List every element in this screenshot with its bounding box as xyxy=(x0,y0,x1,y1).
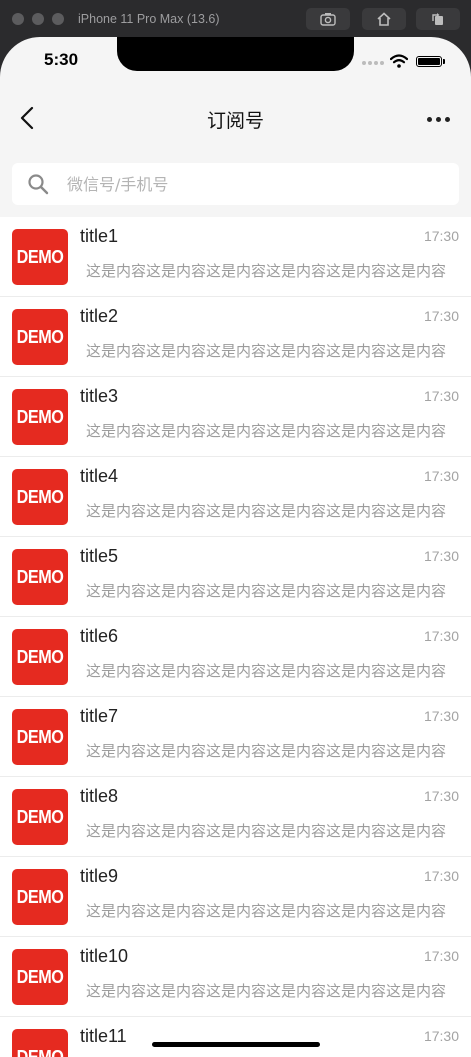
item-time: 17:30 xyxy=(423,788,459,804)
item-description: 这是内容这是内容这是内容这是内容这是内容这是内容 xyxy=(86,822,447,840)
zoom-window-button[interactable] xyxy=(52,12,64,25)
item-title: title6 xyxy=(80,626,119,646)
item-title: title10 xyxy=(80,946,129,966)
avatar-label: DEMO xyxy=(16,726,64,747)
avatar: DEMO xyxy=(12,869,68,925)
subscription-list: DEMO title1 17:30 这是内容这是内容这是内容这是内容这是内容这是内容 D… xyxy=(0,217,471,1057)
list-item[interactable]: DEMO title10 17:30 这是内容这是内容这是内容这是内容这是内容这是内容 xyxy=(0,937,471,1017)
item-title: title4 xyxy=(80,466,119,486)
battery-icon xyxy=(416,56,442,67)
avatar: DEMO xyxy=(12,789,68,845)
list-item[interactable]: DEMO title2 17:30 这是内容这是内容这是内容这是内容这是内容这是内容 xyxy=(0,297,471,377)
more-button[interactable] xyxy=(420,109,456,129)
item-description: 这是内容这是内容这是内容这是内容这是内容这是内容 xyxy=(86,342,447,360)
navigation-bar: 订阅号 xyxy=(0,91,471,147)
search-input[interactable] xyxy=(65,173,409,195)
simulator-title-bar: iPhone 11 Pro Max (13.6) xyxy=(0,0,471,37)
item-time: 17:30 xyxy=(423,628,459,644)
item-title: title3 xyxy=(80,386,119,406)
avatar-label: DEMO xyxy=(16,326,64,347)
item-time: 17:30 xyxy=(423,948,459,964)
item-time: 17:30 xyxy=(423,388,459,404)
signal-icon xyxy=(362,61,384,65)
avatar-label: DEMO xyxy=(16,246,64,267)
item-title: title7 xyxy=(80,706,119,726)
status-time: 5:30 xyxy=(44,50,79,69)
item-description: 这是内容这是内容这是内容这是内容这是内容这是内容 xyxy=(86,902,447,920)
more-dots-icon xyxy=(426,116,432,122)
item-description: 这是内容这是内容这是内容这是内容这是内容这是内容 xyxy=(86,662,447,680)
item-description: 这是内容这是内容这是内容这是内容这是内容这是内容 xyxy=(86,422,447,440)
item-description: 这是内容这是内容这是内容这是内容这是内容这是内容 xyxy=(86,982,447,1000)
item-description: 这是内容这是内容这是内容这是内容这是内容这是内容 xyxy=(86,742,447,760)
phone-screen: 5:30 订阅号 DEMO title1 17:30 这是内容这是内容这是内容这是内容… xyxy=(0,37,471,1057)
battery-cap xyxy=(443,59,445,64)
avatar: DEMO xyxy=(12,389,68,445)
notch xyxy=(117,37,354,71)
list-item[interactable]: DEMO title4 17:30 这是内容这是内容这是内容这是内容这是内容这是内容 xyxy=(0,457,471,537)
list-item[interactable]: DEMOtitle1117:30这是内容这是内容这是内容这是内容这是内容这是内容 xyxy=(0,1017,471,1057)
avatar: DEMO xyxy=(12,229,68,285)
simulator-title: iPhone 11 Pro Max (13.6) xyxy=(78,11,220,26)
item-description: 这是内容这是内容这是内容这是内容这是内容这是内容 xyxy=(86,582,447,600)
rotate-icon xyxy=(432,13,443,25)
avatar-label: DEMO xyxy=(16,406,64,427)
home-indicator[interactable] xyxy=(152,1042,320,1047)
item-time: 17:30 xyxy=(423,548,459,564)
item-title: title5 xyxy=(80,546,119,566)
item-time: 17:30 xyxy=(423,1028,459,1044)
avatar-label: DEMO xyxy=(16,806,64,827)
item-title: title2 xyxy=(80,306,119,326)
avatar: DEMO xyxy=(12,949,68,1005)
close-window-button[interactable] xyxy=(12,12,24,25)
list-item[interactable]: DEMO title8 17:30 这是内容这是内容这是内容这是内容这是内容这是内容 xyxy=(0,777,471,857)
page-title: 订阅号 xyxy=(206,110,264,132)
search-icon xyxy=(28,174,49,195)
item-title: title8 xyxy=(80,786,119,806)
window-controls xyxy=(12,12,64,25)
rotate-button[interactable] xyxy=(416,8,460,30)
item-title: title1 xyxy=(80,226,119,246)
camera-icon xyxy=(320,13,336,26)
item-description: 这是内容这是内容这是内容这是内容这是内容这是内容 xyxy=(86,502,447,520)
wifi-icon xyxy=(390,54,408,68)
list-item[interactable]: DEMO title9 17:30 这是内容这是内容这是内容这是内容这是内容这是内容 xyxy=(0,857,471,937)
avatar-label: DEMO xyxy=(16,966,64,987)
item-time: 17:30 xyxy=(423,468,459,484)
search-bar[interactable] xyxy=(12,163,459,205)
avatar-label: DEMO xyxy=(16,566,64,587)
list-item[interactable]: DEMO title3 17:30 这是内容这是内容这是内容这是内容这是内容这是内容 xyxy=(0,377,471,457)
avatar: DEMO xyxy=(12,709,68,765)
avatar-label: DEMO xyxy=(16,886,64,907)
avatar: DEMO xyxy=(12,1029,68,1057)
avatar: DEMO xyxy=(12,629,68,685)
avatar: DEMO xyxy=(12,469,68,525)
avatar: DEMO xyxy=(12,549,68,605)
avatar: DEMO xyxy=(12,309,68,365)
item-description: 这是内容这是内容这是内容这是内容这是内容这是内容 xyxy=(86,262,447,280)
item-time: 17:30 xyxy=(423,228,459,244)
item-time: 17:30 xyxy=(423,308,459,324)
item-time: 17:30 xyxy=(423,708,459,724)
avatar-label: DEMO xyxy=(16,646,64,667)
item-title: title9 xyxy=(80,866,119,886)
home-icon xyxy=(377,12,391,26)
item-title: title11 xyxy=(80,1026,127,1046)
screenshot-button[interactable] xyxy=(306,8,350,30)
minimize-window-button[interactable] xyxy=(32,12,44,25)
list-item[interactable]: DEMO title1 17:30 这是内容这是内容这是内容这是内容这是内容这是内容 xyxy=(0,217,471,297)
status-bar: 5:30 xyxy=(0,37,471,87)
item-time: 17:30 xyxy=(423,868,459,884)
list-item[interactable]: DEMO title6 17:30 这是内容这是内容这是内容这是内容这是内容这是内容 xyxy=(0,617,471,697)
home-button[interactable] xyxy=(362,8,406,30)
avatar-label: DEMO xyxy=(16,1046,64,1057)
list-item[interactable]: DEMO title5 17:30 这是内容这是内容这是内容这是内容这是内容这是内容 xyxy=(0,537,471,617)
avatar-label: DEMO xyxy=(16,486,64,507)
list-item[interactable]: DEMO title7 17:30 这是内容这是内容这是内容这是内容这是内容这是内容 xyxy=(0,697,471,777)
